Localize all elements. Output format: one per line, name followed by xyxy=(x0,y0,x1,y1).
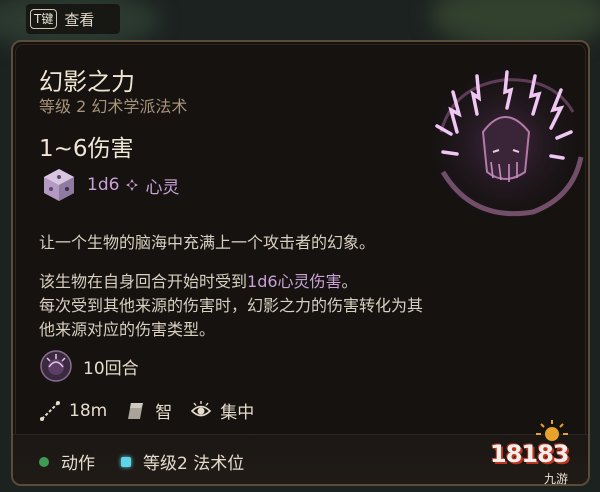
spell-title: 幻影之力 xyxy=(39,68,135,96)
saving-throw-icon xyxy=(128,402,144,419)
cost-row: 动作 等级2 法术位 xyxy=(39,449,244,474)
dice-text: 1d6 心灵 xyxy=(87,173,179,198)
damage-highlight: 1d6心灵伤害 xyxy=(247,272,342,291)
action-cost: 动作 xyxy=(61,454,95,474)
spell-description-line: 该生物在自身回合开始时受到1d6心灵伤害。 xyxy=(39,268,358,292)
damage-type: 心灵 xyxy=(145,177,180,198)
spell-description-line: 让一个生物的脑海中充满上一个攻击者的幻象。 xyxy=(39,233,376,252)
concentration-stat: 集中 xyxy=(190,398,254,423)
range-icon xyxy=(40,400,60,421)
range-value: 18m xyxy=(69,400,108,421)
spell-slot-icon xyxy=(121,456,131,467)
watermark-sun-icon xyxy=(536,420,568,441)
duration-text: 10回合 xyxy=(83,358,139,379)
spell-description-line: 他来源对应的伤害类型。 xyxy=(39,320,216,339)
concentration-value: 集中 xyxy=(220,403,255,423)
duration-row: 10回合 xyxy=(39,349,139,383)
inspect-hint[interactable]: T键 查看 xyxy=(26,4,120,34)
action-dot-icon xyxy=(39,456,49,467)
watermark-sub: 九游 xyxy=(544,472,569,486)
site-watermark: 18183 九游 xyxy=(484,418,592,490)
psychic-icon xyxy=(126,179,139,191)
spell-slot-cost: 等级2 法术位 xyxy=(143,454,245,474)
dice-value: 1d6 xyxy=(87,175,120,195)
t-key-badge: T键 xyxy=(30,9,58,29)
concentration-eye-icon xyxy=(191,400,212,416)
psychic-dice-icon xyxy=(44,169,74,201)
saving-throw-value: 智 xyxy=(155,403,173,423)
description-text: 该生物在自身回合开始时受到 xyxy=(39,272,248,291)
damage-dice-row: 1d6 心灵 xyxy=(41,167,179,203)
phantasmal-force-spell-emblem xyxy=(425,64,585,224)
damage-heading: 1~6伤害 xyxy=(39,136,134,162)
duration-icon xyxy=(40,350,72,382)
spell-stats-row: 18m 智 集中 xyxy=(39,398,272,423)
saving-throw-stat: 智 xyxy=(125,398,172,423)
spell-subtitle: 等级 2 幻术学派法术 xyxy=(39,97,188,116)
range-stat: 18m xyxy=(39,400,107,422)
watermark-number: 18183 xyxy=(490,440,569,468)
description-text: 。 xyxy=(341,272,358,291)
inspect-label: 查看 xyxy=(64,10,95,29)
spell-description-line: 每次受到其他来源的伤害时，幻影之力的伤害转化为其 xyxy=(39,296,424,315)
